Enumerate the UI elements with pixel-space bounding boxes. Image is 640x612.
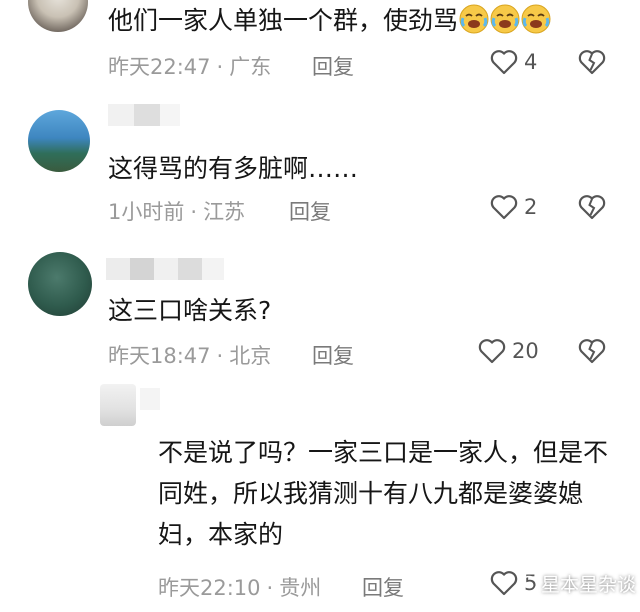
dislike-button[interactable] [578, 338, 606, 368]
comment-meta: 昨天18:47 · 北京 [108, 340, 271, 370]
reply-button[interactable]: 回复 [312, 340, 354, 370]
heart-outline-icon [478, 339, 506, 364]
comment-text: 他们一家人单独一个群，使劲骂 [108, 2, 551, 40]
cry-laugh-emoji [459, 4, 489, 34]
watermark-text: 星本星杂谈 [541, 574, 637, 596]
meta-separator: · [216, 55, 224, 79]
watermark: 星本星杂谈 [520, 570, 636, 597]
heart-outline-icon [490, 571, 518, 596]
username-blurred [106, 258, 224, 280]
chat-bubble-icon [520, 575, 538, 592]
broken-heart-icon [578, 50, 606, 75]
heart-outline-icon [490, 195, 518, 220]
meta-separator: · [190, 200, 198, 224]
like-button[interactable]: 4 [490, 49, 537, 75]
comment-time: 昨天22:10 [158, 576, 261, 600]
comment-item: 他们一家人单独一个群，使劲骂 昨天22:47 · 广东 回复 4 [0, 0, 640, 90]
reply-button[interactable]: 回复 [362, 572, 404, 602]
like-count: 4 [524, 50, 538, 74]
reply-button[interactable]: 回复 [289, 196, 331, 226]
comment-location: 贵州 [279, 576, 322, 600]
avatar[interactable] [28, 0, 88, 32]
comment-text: 这三口啥关系? [108, 296, 272, 325]
comment-location: 广东 [229, 55, 272, 79]
comment-meta: 昨天22:10 · 贵州 [158, 572, 321, 602]
meta-separator: · [216, 344, 224, 368]
comment-location: 江苏 [203, 200, 246, 224]
heart-outline-icon [490, 50, 518, 75]
comment-meta: 1小时前 · 江苏 [108, 196, 245, 226]
avatar[interactable] [28, 252, 92, 316]
reply-button[interactable]: 回复 [312, 51, 354, 81]
comment-item: 这得骂的有多脏啊…… 1小时前 · 江苏 回复 2 [0, 96, 640, 236]
like-button[interactable]: 2 [490, 194, 537, 220]
broken-heart-icon [578, 339, 606, 364]
broken-heart-icon [578, 195, 606, 220]
dislike-button[interactable] [578, 194, 606, 224]
comment-time: 1小时前 [108, 200, 185, 224]
comment-time: 昨天18:47 [108, 344, 211, 368]
dislike-button[interactable] [578, 49, 606, 79]
comment-item: 这三口啥关系? 昨天18:47 · 北京 回复 20 [0, 248, 640, 378]
comment-meta: 昨天22:47 · 广东 [108, 51, 271, 81]
avatar[interactable] [28, 110, 90, 172]
avatar[interactable] [100, 384, 136, 426]
like-count: 2 [524, 195, 538, 219]
meta-separator: · [266, 576, 274, 600]
comment-text: 不是说了吗？一家三口是一家人，但是不同姓，所以我猜测十有八九都是婆婆媳妇，本家的 [158, 438, 609, 549]
comment-text: 这得骂的有多脏啊…… [108, 154, 359, 183]
comment-time: 昨天22:47 [108, 55, 211, 79]
username-blurred [108, 104, 180, 126]
comment-text-content: 他们一家人单独一个群，使劲骂 [108, 6, 459, 35]
username-blurred [140, 388, 160, 410]
like-button[interactable]: 20 [478, 338, 539, 364]
like-count: 20 [512, 339, 539, 363]
cry-laugh-emoji [521, 4, 551, 34]
comment-location: 北京 [229, 344, 272, 368]
cry-laugh-emoji [490, 4, 520, 34]
